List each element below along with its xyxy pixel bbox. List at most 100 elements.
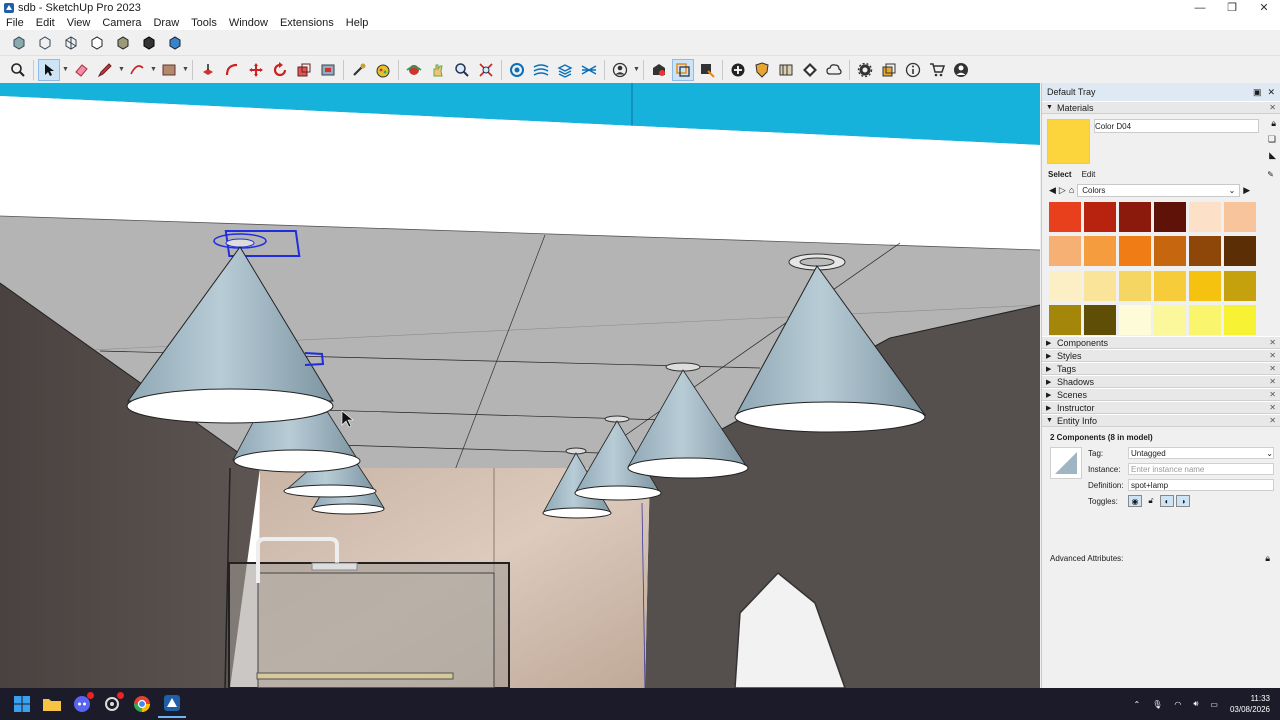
instance-input[interactable]: Enter instance name	[1128, 463, 1274, 475]
zoom-search-icon[interactable]	[7, 59, 29, 81]
section-close-icon[interactable]: ✕	[1269, 103, 1276, 112]
materials-section-header[interactable]: ▼ Materials ✕	[1042, 101, 1280, 114]
shield-icon[interactable]	[751, 59, 773, 81]
move-icon[interactable]	[245, 59, 267, 81]
section-close-icon[interactable]: ✕	[1269, 338, 1276, 347]
back-arrow-icon[interactable]: ◀	[1049, 185, 1056, 196]
sketchup-taskbar-icon[interactable]	[158, 690, 186, 718]
section-close-icon[interactable]: ✕	[1269, 416, 1276, 425]
menu-draw[interactable]: Draw	[147, 17, 185, 29]
color-swatch[interactable]	[1224, 304, 1256, 335]
library-select[interactable]: Colors ⌄	[1077, 183, 1241, 197]
current-material-swatch[interactable]	[1047, 119, 1090, 164]
tags-section-header[interactable]: ▶ Tags ✕	[1042, 362, 1280, 375]
menu-edit[interactable]: Edit	[30, 17, 61, 29]
shadows-section-header[interactable]: ▶ Shadows ✕	[1042, 375, 1280, 388]
section-close-icon[interactable]: ✕	[1269, 390, 1276, 399]
attributes-lock-icon[interactable]: 🔒︎	[1265, 553, 1270, 564]
zoom-icon[interactable]	[451, 59, 473, 81]
windows-start-icon[interactable]	[8, 690, 36, 718]
menu-extensions[interactable]: Extensions	[274, 17, 340, 29]
color-swatch[interactable]	[1224, 236, 1256, 267]
menu-file[interactable]: File	[0, 17, 30, 29]
cloud-icon[interactable]	[823, 59, 845, 81]
definition-input[interactable]: spot+lamp	[1128, 479, 1274, 491]
info-icon[interactable]	[902, 59, 924, 81]
styles-section-header[interactable]: ▶ Styles ✕	[1042, 349, 1280, 362]
forward-arrow-icon[interactable]: ▷	[1059, 185, 1066, 196]
clock[interactable]: 11:33 03/08/2026	[1230, 693, 1270, 715]
copy-window-icon[interactable]	[878, 59, 900, 81]
checker-icon[interactable]	[799, 59, 821, 81]
color-swatch[interactable]	[1189, 304, 1221, 335]
volume-icon[interactable]: 🔊︎	[1193, 699, 1198, 709]
tab-edit[interactable]: Edit	[1082, 170, 1096, 179]
orbit-icon[interactable]	[403, 59, 425, 81]
model-canvas[interactable]	[0, 83, 1040, 688]
color-swatch[interactable]	[1084, 236, 1116, 267]
section-close-icon[interactable]: ✕	[1269, 364, 1276, 373]
arc-icon[interactable]	[126, 59, 148, 81]
rotate-icon[interactable]	[269, 59, 291, 81]
arc-dropdown-icon[interactable]: ▼	[150, 66, 157, 73]
section-close-icon[interactable]: ✕	[1269, 377, 1276, 386]
section-display-icon[interactable]	[696, 59, 718, 81]
cast-shadows-icon[interactable]: ◐	[1160, 495, 1174, 507]
color-swatch[interactable]	[1049, 270, 1081, 301]
color-swatch[interactable]	[1189, 202, 1221, 232]
shaded-icon[interactable]	[112, 32, 134, 54]
cart-icon[interactable]	[926, 59, 948, 81]
color-swatch[interactable]	[1154, 236, 1186, 267]
components-section-header[interactable]: ▶ Components ✕	[1042, 336, 1280, 349]
offset-icon[interactable]	[317, 59, 339, 81]
trimble-connect-icon[interactable]	[506, 59, 528, 81]
visibility-eye-icon[interactable]: ◉	[1128, 495, 1142, 507]
menu-camera[interactable]: Camera	[96, 17, 147, 29]
smoove-icon[interactable]	[578, 59, 600, 81]
lock-toggle-icon[interactable]: 🔓︎	[1144, 495, 1158, 507]
color-swatch[interactable]	[1154, 202, 1186, 232]
tape-measure-icon[interactable]	[348, 59, 370, 81]
duplicate-material-icon[interactable]: ❏	[1268, 134, 1276, 145]
eyedropper-icon[interactable]: ✎	[1267, 170, 1274, 179]
shaded-textures-icon[interactable]	[138, 32, 160, 54]
follow-me-icon[interactable]	[221, 59, 243, 81]
chevron-up-icon[interactable]: ⌃	[1134, 700, 1141, 709]
color-swatch[interactable]	[1154, 270, 1186, 301]
tag-select[interactable]: Untagged ⌄	[1128, 447, 1274, 459]
rectangle-icon[interactable]	[158, 59, 180, 81]
entity-info-section-header[interactable]: ▼ Entity Info ✕	[1042, 414, 1280, 427]
section-close-icon[interactable]: ✕	[1269, 351, 1276, 360]
wifi-icon[interactable]: ◠	[1174, 700, 1181, 709]
minimize-button[interactable]: —	[1184, 0, 1216, 15]
extension-warehouse-icon[interactable]	[648, 59, 670, 81]
color-swatch[interactable]	[1084, 270, 1116, 301]
color-swatch[interactable]	[1119, 202, 1151, 232]
3d-warehouse-icon[interactable]	[775, 59, 797, 81]
color-swatch[interactable]	[1189, 270, 1221, 301]
color-swatch[interactable]	[1224, 202, 1256, 232]
menu-help[interactable]: Help	[340, 17, 375, 29]
battery-icon[interactable]: ▭	[1210, 700, 1218, 709]
line-dropdown-icon[interactable]: ▼	[118, 66, 125, 73]
zoom-extents-icon[interactable]	[475, 59, 497, 81]
pan-hand-icon[interactable]	[427, 59, 449, 81]
account-dropdown-icon[interactable]: ▼	[633, 66, 640, 73]
microphone-icon[interactable]: 🎙︎	[1152, 700, 1162, 709]
section-plane-icon[interactable]	[672, 58, 694, 81]
sample-icon[interactable]: ◣	[1269, 150, 1276, 161]
scale-icon[interactable]	[293, 59, 315, 81]
menu-view[interactable]: View	[61, 17, 97, 29]
select-dropdown-icon[interactable]: ▼	[62, 66, 69, 73]
wireframe-icon[interactable]	[60, 32, 82, 54]
layers-stack-icon[interactable]	[554, 59, 576, 81]
hidden-line-icon[interactable]	[86, 32, 108, 54]
color-swatch[interactable]	[1084, 202, 1116, 232]
instructor-section-header[interactable]: ▶ Instructor ✕	[1042, 401, 1280, 414]
home-icon[interactable]: ⌂	[1069, 185, 1074, 195]
line-pencil-icon[interactable]	[94, 59, 116, 81]
shape-dropdown-icon[interactable]: ▼	[182, 66, 189, 73]
color-swatch[interactable]	[1119, 304, 1151, 335]
color-swatch[interactable]	[1189, 236, 1221, 267]
monochrome-icon[interactable]	[164, 32, 186, 54]
